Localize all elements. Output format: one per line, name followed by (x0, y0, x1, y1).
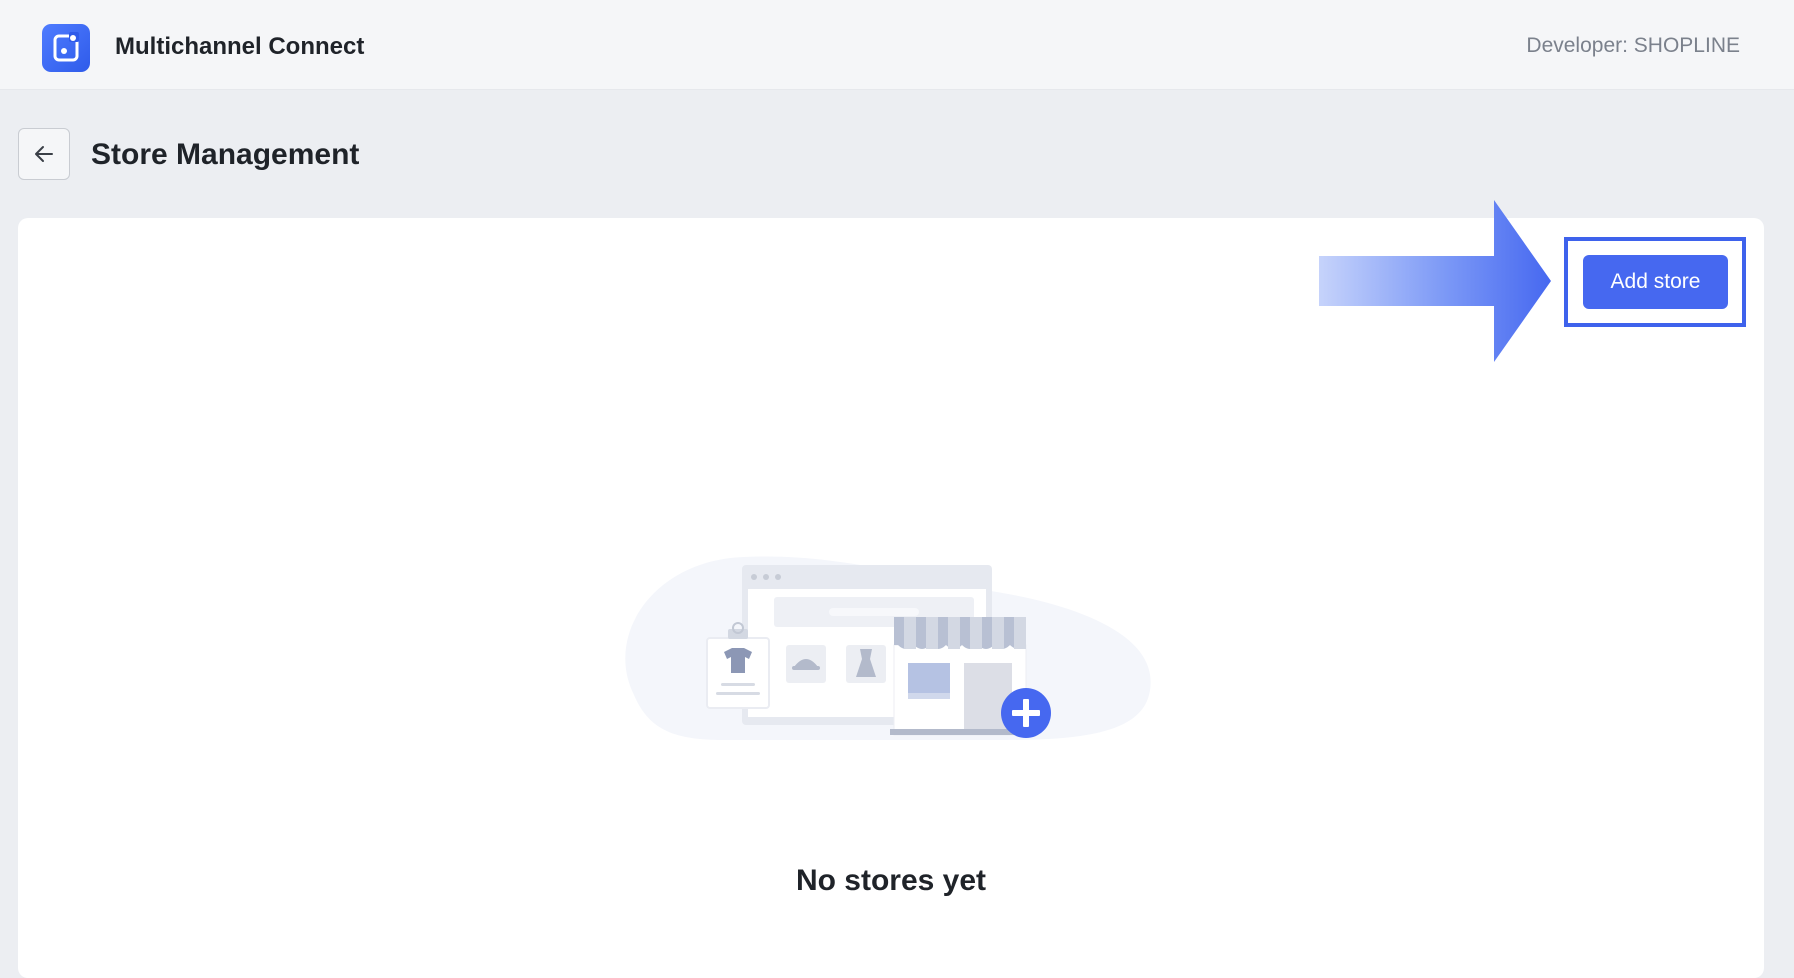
developer-text: Developer: SHOPLINE (1526, 34, 1740, 57)
empty-state-message: No stores yet (795, 864, 987, 897)
app-name: Multichannel Connect (115, 33, 365, 60)
store-illustration (625, 556, 1151, 740)
back-button[interactable] (18, 128, 70, 180)
app-logo-icon (42, 24, 90, 72)
arrow-left-icon (35, 146, 53, 162)
app-header: Multichannel Connect Developer: SHOPLINE (0, 0, 1794, 90)
page-title: Store Management (91, 138, 360, 171)
add-store-button[interactable]: Add store (1583, 255, 1728, 309)
developer-label: Developer: SHOPLINE (1526, 32, 1740, 60)
annotation-arrow-icon (1319, 200, 1551, 362)
